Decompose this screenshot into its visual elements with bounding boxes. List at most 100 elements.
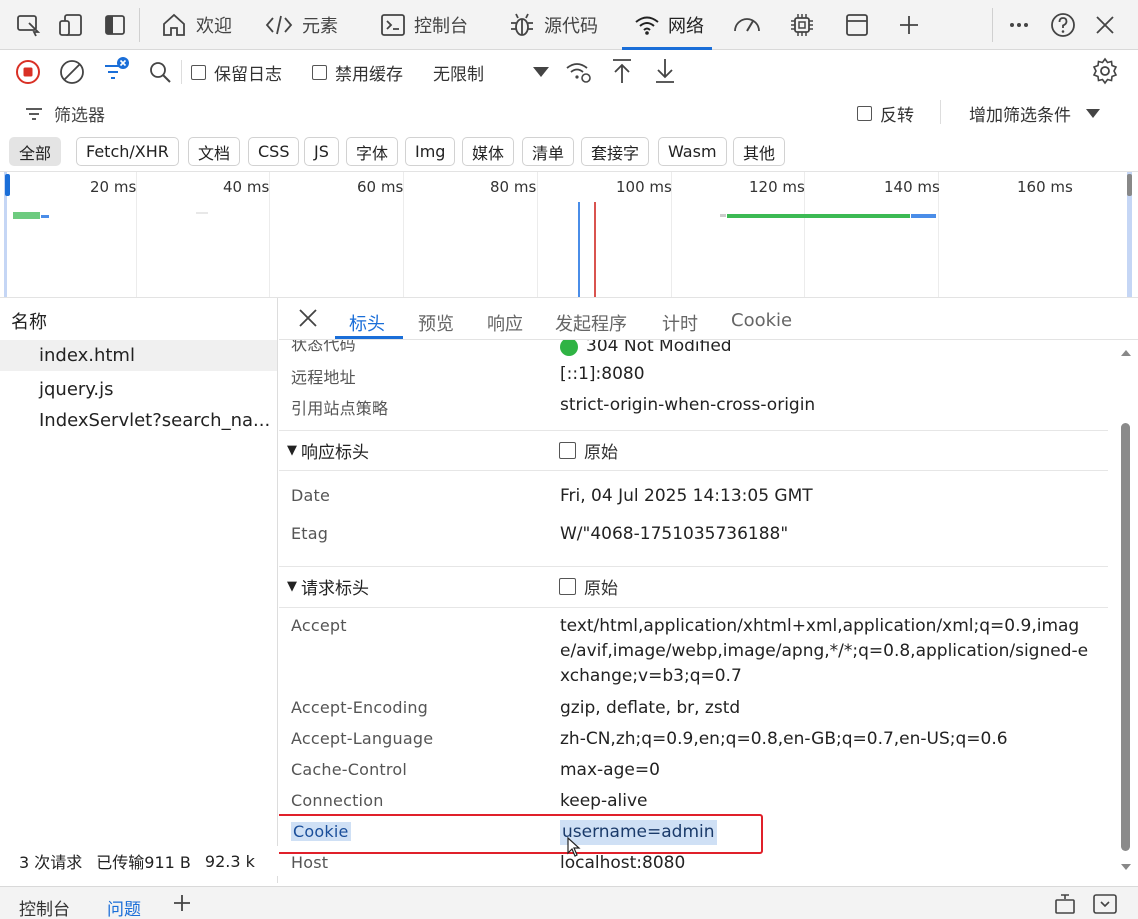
timeline-tick: 100 ms — [616, 178, 672, 196]
tab-headers[interactable]: 标头 — [349, 310, 385, 336]
tab-cookies[interactable]: Cookie — [731, 310, 792, 331]
tab-sources[interactable]: 源代码 — [508, 0, 598, 50]
application-panel-icon[interactable] — [840, 8, 874, 42]
header-key: Accept-Language — [291, 729, 434, 748]
memory-icon[interactable] — [785, 8, 819, 42]
toggle-sidebar-icon[interactable] — [98, 8, 132, 42]
preserve-log-label: 保留日志 — [214, 65, 282, 85]
timeline-handle-grip[interactable] — [1127, 174, 1132, 196]
inspect-element-icon[interactable] — [12, 8, 46, 42]
network-toolbar: 保留日志 禁用缓存 无限制 — [0, 50, 1138, 92]
scroll-up-icon[interactable] — [1120, 348, 1132, 358]
response-headers-toggle[interactable]: ▼ 响应标头 — [287, 438, 369, 463]
type-filter-fetch-xhr[interactable]: Fetch/XHR — [76, 137, 179, 166]
type-filter-font[interactable]: 字体 — [346, 137, 399, 166]
divider — [139, 8, 140, 42]
disable-cache-checkbox[interactable]: 禁用缓存 — [312, 60, 403, 85]
filter-input[interactable]: 筛选器 — [24, 101, 105, 126]
header-value: strict-origin-when-cross-origin — [560, 395, 816, 415]
type-filter-css[interactable]: CSS — [248, 137, 300, 166]
tab-label: 网络 — [668, 16, 704, 37]
drawer-tab-issues[interactable]: 问题 — [107, 895, 141, 919]
close-details-button[interactable] — [297, 307, 323, 333]
tab-label: 欢迎 — [196, 16, 232, 37]
timeline-handle-grip[interactable] — [5, 174, 10, 196]
invert-checkbox[interactable]: 反转 — [857, 101, 914, 126]
tab-preview[interactable]: 预览 — [418, 310, 454, 336]
tab-welcome[interactable]: 欢迎 — [160, 0, 232, 50]
performance-icon[interactable] — [730, 8, 764, 42]
network-settings-button[interactable] — [1090, 56, 1120, 86]
header-key: 远程地址 — [291, 368, 356, 387]
column-header-name[interactable]: 名称 — [11, 308, 47, 334]
type-filter-doc[interactable]: 文档 — [188, 137, 241, 166]
network-conditions-button[interactable] — [564, 58, 594, 86]
divider — [279, 607, 1108, 608]
import-har-button[interactable] — [608, 56, 636, 86]
add-drawer-tab-icon[interactable] — [172, 893, 192, 913]
expand-triangle-icon: ▼ — [287, 579, 297, 594]
more-options-icon[interactable] — [1002, 8, 1036, 42]
close-devtools-icon[interactable] — [1088, 8, 1122, 42]
network-summary-bar: 3 次请求 已传输911 B 92.3 k — [0, 846, 278, 876]
record-icon — [16, 60, 40, 84]
record-button[interactable] — [14, 58, 42, 86]
console-icon — [381, 14, 405, 36]
checkbox-box[interactable] — [559, 442, 576, 459]
tab-elements[interactable]: 元素 — [264, 0, 338, 50]
throttle-select[interactable]: 无限制 — [433, 60, 484, 85]
request-row[interactable]: jquery.js — [0, 374, 277, 405]
request-row[interactable]: IndexServlet?search_na... — [0, 405, 277, 436]
caret-down-icon — [1086, 109, 1100, 118]
filter-toggle-button[interactable] — [102, 56, 132, 86]
request-raw-checkbox[interactable]: 原始 — [559, 574, 618, 599]
checkbox-box[interactable] — [191, 65, 206, 80]
header-value: localhost:8080 — [560, 853, 686, 873]
header-value: Fri, 04 Jul 2025 14:13:05 GMT — [560, 486, 813, 506]
tab-response[interactable]: 响应 — [487, 310, 523, 336]
checkbox-box[interactable] — [312, 65, 327, 80]
checkbox-box[interactable] — [559, 578, 576, 595]
type-filter-img[interactable]: Img — [405, 137, 456, 166]
export-har-button[interactable] — [651, 56, 679, 86]
checkbox-box[interactable] — [857, 106, 872, 121]
preserve-log-checkbox[interactable]: 保留日志 — [191, 60, 282, 85]
type-filter-all[interactable]: 全部 — [9, 137, 62, 166]
clear-button[interactable] — [58, 58, 86, 86]
throttle-dropdown-arrow[interactable] — [530, 62, 552, 82]
tab-console[interactable]: 控制台 — [380, 0, 468, 50]
scroll-down-icon[interactable] — [1120, 862, 1132, 872]
timeline-overview[interactable]: 20 ms 40 ms 60 ms 80 ms 100 ms 120 ms 14… — [0, 172, 1138, 298]
tab-timing[interactable]: 计时 — [662, 310, 698, 336]
request-bar — [727, 214, 910, 218]
response-raw-checkbox[interactable]: 原始 — [559, 438, 618, 463]
vertical-scrollbar[interactable] — [1119, 346, 1133, 880]
tab-network[interactable]: 网络 — [622, 0, 712, 50]
timeline-tick: 140 ms — [884, 178, 940, 196]
type-filter-other[interactable]: 其他 — [733, 137, 786, 166]
more-filters-dropdown[interactable]: 增加筛选条件 — [969, 101, 1101, 126]
scrollbar-thumb[interactable] — [1121, 423, 1130, 851]
type-filter-wasm[interactable]: Wasm — [658, 137, 727, 166]
add-panel-icon[interactable] — [892, 8, 926, 42]
header-key: Date — [291, 486, 331, 505]
type-filter-js[interactable]: JS — [304, 137, 339, 166]
header-key: Etag — [291, 524, 329, 543]
tab-initiator[interactable]: 发起程序 — [555, 310, 627, 336]
type-filter-manifest[interactable]: 清单 — [522, 137, 575, 166]
request-row[interactable]: index.html — [0, 340, 277, 371]
device-emulation-icon[interactable] — [54, 8, 88, 42]
timeline-tick: 120 ms — [749, 178, 805, 196]
help-icon[interactable] — [1046, 8, 1080, 42]
header-value: gzip, deflate, br, zstd — [560, 698, 741, 718]
raw-label: 原始 — [584, 579, 618, 599]
request-headers-toggle[interactable]: ▼ 请求标头 — [287, 574, 369, 599]
header-value: zh-CN,zh;q=0.9,en;q=0.8,en-GB;q=0.7,en-U… — [560, 729, 1008, 749]
search-button[interactable] — [146, 58, 174, 86]
close-drawer-icon[interactable] — [1092, 893, 1118, 915]
dock-drawer-icon[interactable] — [1053, 893, 1077, 915]
type-filter-websocket[interactable]: 套接字 — [581, 137, 650, 166]
type-filter-media[interactable]: 媒体 — [462, 137, 515, 166]
header-value: [::1]:8080 — [560, 364, 645, 384]
drawer-tab-console[interactable]: 控制台 — [19, 895, 70, 919]
